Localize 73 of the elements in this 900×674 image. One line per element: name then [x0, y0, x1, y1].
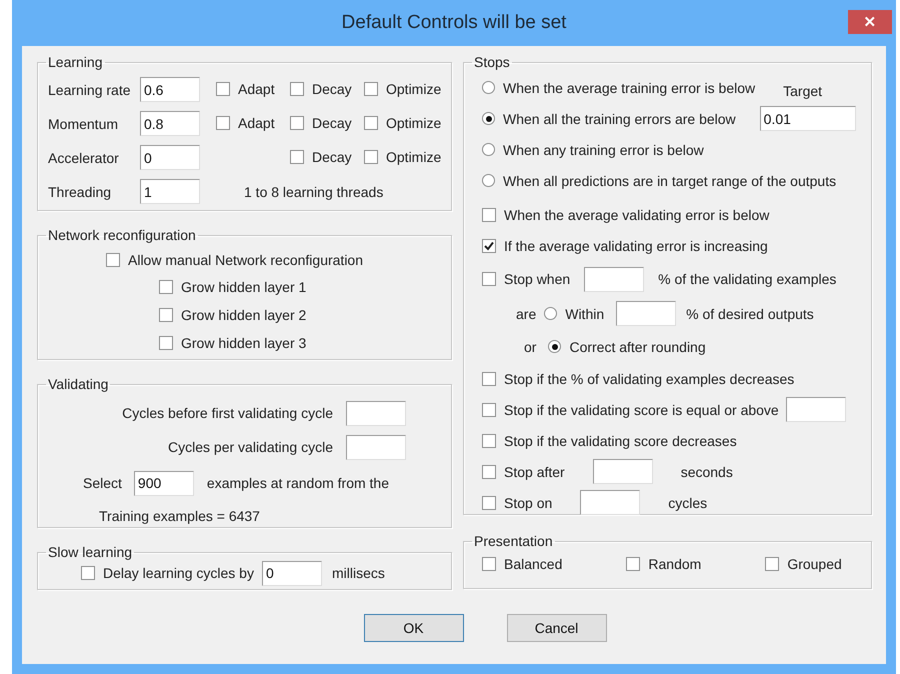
input-field[interactable]: 0	[140, 145, 200, 170]
checkbox[interactable]: Adapt	[216, 80, 275, 96]
checkbox[interactable]: Stop on	[482, 494, 552, 510]
checkbox[interactable]: Balanced	[482, 556, 562, 572]
checkbox[interactable]: Stop if the validating score decreases	[482, 432, 737, 448]
checkbox[interactable]: Decay	[290, 80, 352, 96]
input-field[interactable]	[616, 301, 676, 326]
radio-button[interactable]: When any training error is below	[482, 142, 704, 158]
radio-button[interactable]: When all the training errors are below	[482, 110, 736, 126]
radio-button[interactable]: When the average training error is below	[482, 80, 756, 96]
field-label: % of the validating examples	[658, 271, 836, 287]
checkbox[interactable]: Stop after	[482, 464, 565, 480]
checkmark-icon	[484, 240, 494, 250]
radio-button[interactable]: Within	[544, 306, 604, 322]
input-field[interactable]	[584, 266, 644, 292]
checkbox[interactable]: If the average validating error is increasing	[482, 238, 768, 254]
group-title: Presentation	[473, 533, 554, 549]
hint-text: 1 to 8 learning threads	[243, 184, 384, 200]
input-field[interactable]	[592, 459, 653, 484]
input-field[interactable]: 0.01	[760, 106, 856, 131]
input-field[interactable]: 1	[140, 179, 200, 204]
cancel-button[interactable]: Cancel	[506, 614, 606, 642]
ok-button[interactable]: OK	[364, 614, 464, 642]
checkbox[interactable]: Grow hidden layer 2	[159, 307, 306, 323]
input-field[interactable]: 0.6	[140, 77, 200, 102]
checkbox[interactable]: Delay learning cycles by	[81, 565, 254, 581]
field-label: Cycles per validating cycle	[168, 439, 333, 455]
checkbox[interactable]: Stop if the validating score is equal or above	[482, 402, 779, 418]
unit-label: millisecs	[332, 565, 385, 581]
checkbox[interactable]: Stop if the % of validating examples decreases	[482, 370, 794, 386]
checkbox[interactable]: Optimize	[364, 148, 442, 164]
checkbox[interactable]: When the average validating error is below	[482, 206, 770, 222]
field-label: Select	[83, 475, 122, 491]
input-field[interactable]	[786, 397, 846, 422]
field-label: Accelerator	[48, 150, 120, 166]
checkbox[interactable]: Adapt	[216, 114, 275, 130]
radio-button[interactable]: Correct after rounding	[548, 338, 706, 354]
field-label: or	[524, 338, 536, 354]
radio-button[interactable]: When all predictions are in target range of the outputs	[482, 172, 836, 188]
checkbox[interactable]: Grow hidden layer 3	[159, 335, 306, 351]
checkbox[interactable]: Grouped	[765, 556, 842, 572]
checkbox[interactable]: Stop when	[482, 271, 570, 287]
field-label: are	[516, 306, 536, 322]
field-label: Cycles before first validating cycle	[122, 405, 333, 421]
checkbox[interactable]: Random	[626, 556, 702, 572]
checkbox[interactable]: Decay	[290, 148, 352, 164]
window-title: Default Controls will be set	[342, 12, 566, 34]
field-label: examples at random from the	[206, 475, 390, 491]
group-title: Stops	[473, 54, 511, 70]
field-label: Threading	[48, 184, 112, 200]
input-field[interactable]: 0	[262, 560, 322, 586]
checkbox[interactable]: Optimize	[364, 114, 442, 130]
close-button[interactable]: ✕	[848, 10, 892, 34]
input-field[interactable]	[580, 490, 640, 515]
input-field[interactable]: 0.8	[140, 111, 200, 136]
input-field[interactable]	[346, 434, 406, 460]
field-label: Learning rate	[48, 82, 132, 98]
group-title: Network reconfiguration	[47, 227, 197, 243]
input-field[interactable]: 900	[134, 470, 194, 496]
checkbox[interactable]: Allow manual Network reconfiguration	[106, 252, 363, 268]
input-field[interactable]	[346, 400, 406, 426]
field-label: Momentum	[48, 116, 120, 132]
field-label: seconds	[680, 464, 733, 480]
checkbox[interactable]: Grow hidden layer 1	[159, 279, 306, 295]
field-label: % of desired outputs	[686, 306, 814, 322]
checkbox[interactable]: Optimize	[364, 80, 442, 96]
info-text: Training examples = 6437	[99, 508, 260, 524]
group-title: Validating	[47, 376, 110, 392]
column-label: Target	[783, 82, 822, 98]
checkbox[interactable]: Decay	[290, 114, 352, 130]
field-label: cycles	[668, 494, 708, 510]
group-title: Slow learning	[47, 544, 134, 560]
group-title: Learning	[47, 54, 104, 70]
